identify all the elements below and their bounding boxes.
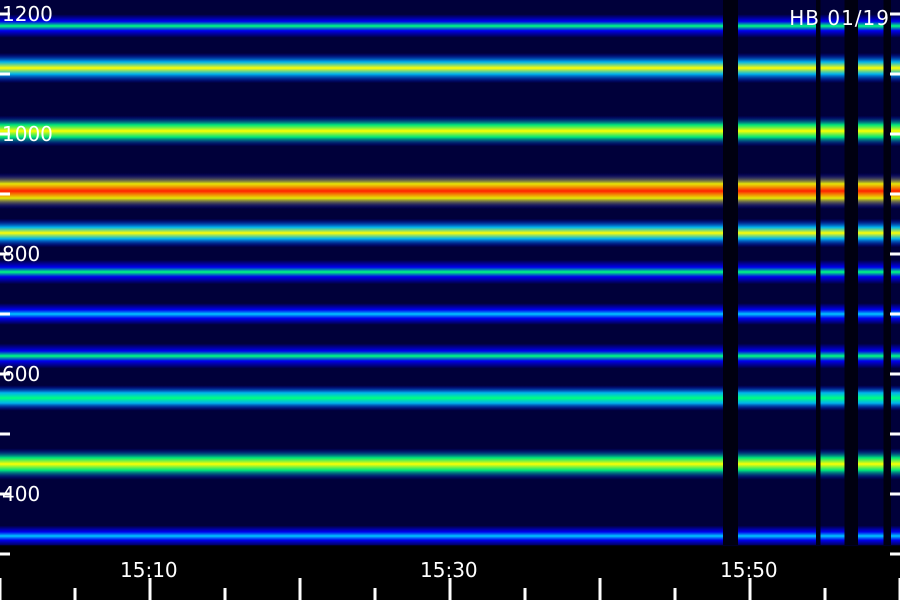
- band-700: [0, 303, 900, 325]
- band-630: [0, 343, 900, 369]
- band-1005: [0, 115, 900, 147]
- band-905: [0, 173, 900, 209]
- data-gap-3: [883, 0, 891, 545]
- spectrogram-canvas: [0, 0, 900, 600]
- data-gap-1: [816, 0, 821, 545]
- band-770: [0, 259, 900, 285]
- band-330: [0, 525, 900, 547]
- data-gap-2: [844, 0, 858, 545]
- data-gap-0: [723, 0, 738, 545]
- band-560: [0, 385, 900, 411]
- y-label-1000: 1000: [2, 122, 53, 146]
- band-835: [0, 218, 900, 248]
- x-label-1510: 15:10: [120, 558, 178, 582]
- x-label-1530: 15:30: [420, 558, 478, 582]
- y-label-400: 400: [2, 482, 41, 506]
- recording-tag: HB 01/19: [789, 6, 890, 30]
- spectrogram-bands: [0, 0, 900, 547]
- spectrogram-plot: [0, 0, 900, 600]
- band-1110: [0, 52, 900, 84]
- y-label-800: 800: [2, 242, 41, 266]
- y-label-1200: 1200: [2, 2, 53, 26]
- band-450: [0, 448, 900, 480]
- y-label-600: 600: [2, 362, 41, 386]
- x-label-1550: 15:50: [720, 558, 778, 582]
- band-1180: [0, 14, 900, 38]
